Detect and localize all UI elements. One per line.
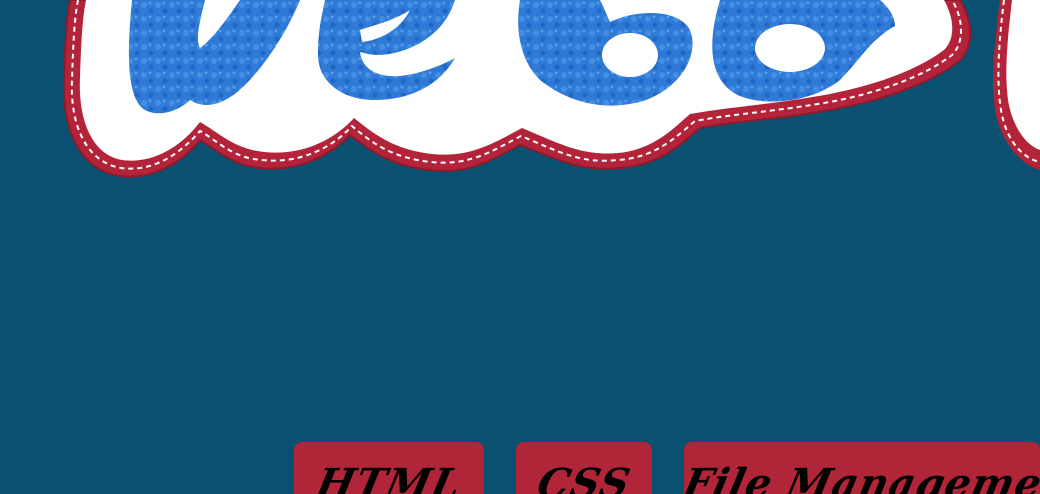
logo-next-patch <box>992 0 1040 170</box>
logo-graphic <box>62 0 1040 178</box>
main-nav: HTML CSS File Management <box>0 0 1040 494</box>
nav-tab-css-label: CSS <box>533 460 635 494</box>
nav-tab-html[interactable]: HTML <box>294 442 484 494</box>
nav-tab-html-label: HTML <box>312 460 467 494</box>
logo-stitch <box>70 0 962 170</box>
logo-outline <box>62 0 972 178</box>
logo-inner <box>79 0 953 161</box>
nav-tab-file-management-label: File Management <box>684 460 1040 494</box>
nav-tab-css[interactable]: CSS <box>516 442 652 494</box>
nav-tab-file-management[interactable]: File Management <box>684 442 1040 494</box>
logo-letters <box>128 0 895 114</box>
site-logo[interactable] <box>0 0 1040 200</box>
